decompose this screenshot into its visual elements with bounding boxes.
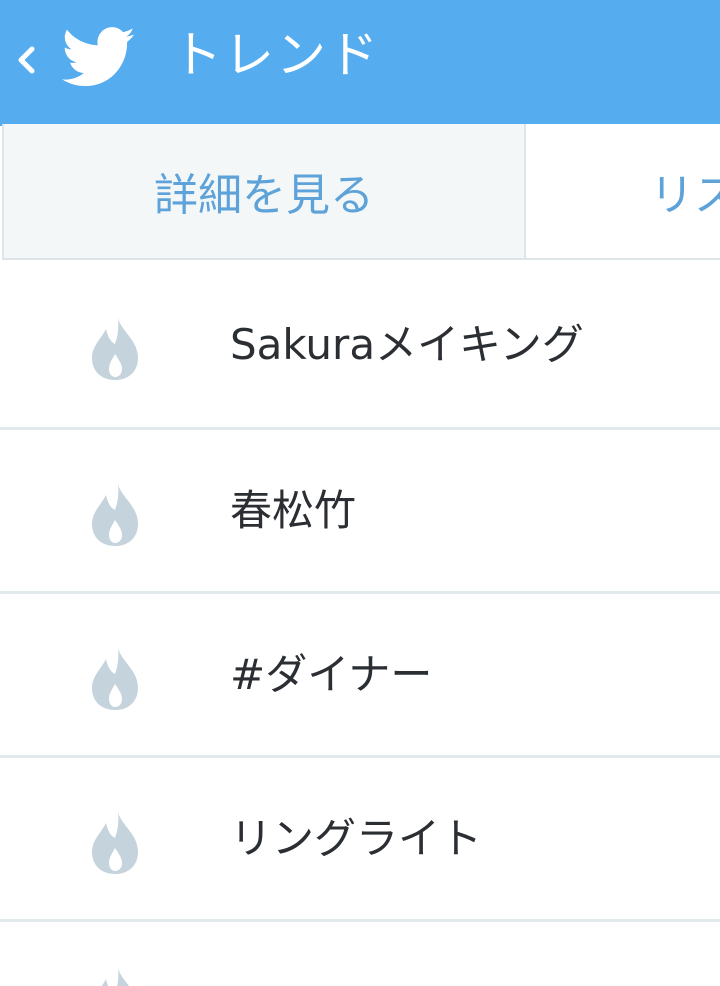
tab-list[interactable]: リス <box>526 124 720 260</box>
trend-item[interactable]: リングライト <box>0 758 720 922</box>
flame-icon <box>92 812 138 874</box>
flame-icon <box>92 318 138 380</box>
trend-label: #ダイナー <box>230 650 433 699</box>
tab-details[interactable]: 詳細を見る <box>2 124 526 260</box>
trend-item[interactable]: Sakuraメイキング <box>0 264 720 430</box>
back-button[interactable] <box>8 30 44 90</box>
flame-icon <box>92 648 138 710</box>
trend-item[interactable]: 春松竹 <box>0 430 720 594</box>
trends-screen: トレンド 詳細を見る リス Sakuraメイキング 春松竹 #ダイナー <box>0 0 720 986</box>
flame-icon <box>92 484 138 546</box>
trend-label: リングライト <box>230 814 483 863</box>
trend-label: Sakuraメイキング <box>230 320 584 369</box>
header-bar: トレンド <box>0 0 720 126</box>
page-title: トレンド <box>172 26 380 84</box>
trend-label: 春松竹 <box>230 486 357 535</box>
trend-item[interactable]: #ダイナー <box>0 594 720 758</box>
chevron-left-icon <box>18 46 35 74</box>
twitter-bird-icon <box>62 27 135 87</box>
tab-bar: 詳細を見る リス <box>0 124 720 264</box>
trend-list: Sakuraメイキング 春松竹 #ダイナー リングライト <box>0 264 720 986</box>
flame-icon <box>101 968 130 986</box>
trend-item-partial[interactable] <box>0 922 720 986</box>
